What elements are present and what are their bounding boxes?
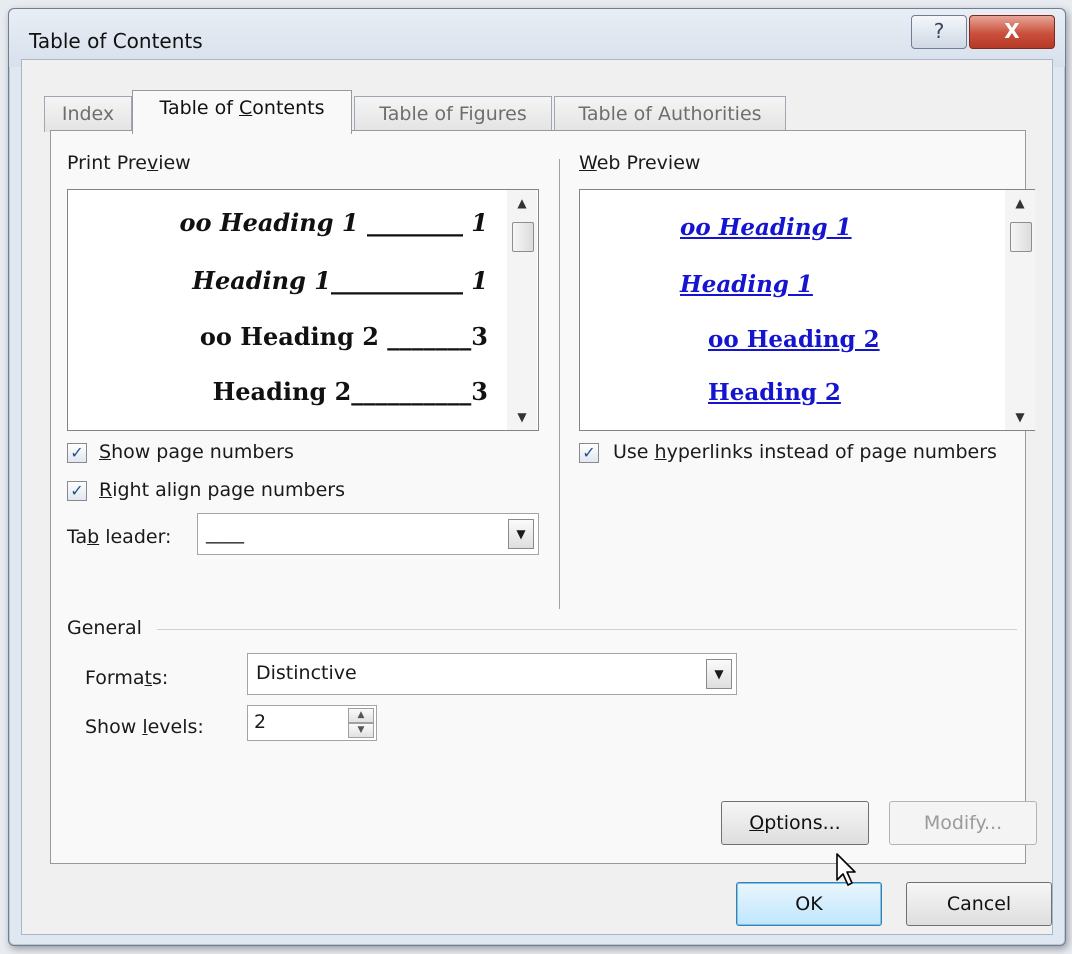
web-preview-scrollbar[interactable]: ▲ ▼	[1005, 190, 1035, 430]
table-of-contents-dialog: Table of Contents ? X Index Table of Con…	[8, 8, 1066, 946]
print-preview-scrollbar[interactable]: ▲ ▼	[507, 190, 537, 430]
tab-panel: Print Preview oo Heading 1 ________ 1 He…	[50, 130, 1037, 864]
web-preview-link[interactable]: oo Heading 2	[708, 326, 880, 353]
web-preview-label: Web Preview	[579, 152, 701, 174]
scroll-up-icon[interactable]: ▲	[1005, 190, 1035, 216]
tab-leader-label: Tab leader:	[67, 526, 172, 548]
general-group-line	[157, 629, 1017, 630]
show-levels-label: Show levels:	[85, 716, 204, 738]
stepper-buttons: ▲ ▼	[348, 708, 374, 738]
general-group-label: General	[67, 617, 142, 639]
tab-leader-value: ____	[206, 522, 244, 544]
print-preview-line: Heading 2__________3	[212, 377, 488, 406]
print-preview-label: Print Preview	[67, 152, 191, 174]
show-page-numbers-checkbox[interactable]: ✓	[67, 443, 87, 463]
chevron-down-icon[interactable]: ▼	[706, 659, 732, 689]
tab-index[interactable]: Index	[44, 96, 132, 132]
formats-value: Distinctive	[256, 662, 357, 684]
right-align-page-numbers-checkbox[interactable]: ✓	[67, 481, 87, 501]
print-preview-line: oo Heading 1 ________ 1	[179, 208, 488, 237]
vertical-divider	[559, 159, 560, 609]
mouse-pointer-icon	[836, 853, 856, 886]
scroll-thumb[interactable]	[1010, 222, 1032, 252]
scroll-thumb[interactable]	[512, 222, 534, 252]
dialog-body: Index Table of Contents Table of Figures…	[21, 59, 1053, 935]
close-button[interactable]: X	[969, 15, 1055, 49]
right-align-page-numbers-label[interactable]: Right align page numbers	[99, 479, 345, 501]
print-preview-box: oo Heading 1 ________ 1 Heading 1_______…	[67, 189, 539, 431]
print-preview-line: Heading 1___________ 1	[192, 266, 488, 295]
web-preview-box: oo Heading 1 Heading 1 oo Heading 2 Head…	[579, 189, 1035, 431]
options-button[interactable]: Options...	[721, 801, 869, 845]
chevron-down-icon[interactable]: ▼	[508, 519, 534, 549]
web-preview-link[interactable]: oo Heading 1	[680, 214, 852, 241]
show-levels-value: 2	[254, 711, 267, 733]
formats-label: Formats:	[85, 667, 169, 689]
window-title: Table of Contents	[29, 29, 203, 53]
ok-button[interactable]: OK	[736, 882, 882, 926]
tab-table-of-authorities[interactable]: Table of Authorities	[554, 96, 786, 132]
tab-table-of-figures[interactable]: Table of Figures	[354, 96, 552, 132]
tab-table-of-contents[interactable]: Table of Contents	[132, 90, 352, 134]
tab-leader-dropdown[interactable]: ____ ▼	[197, 513, 539, 555]
scroll-down-icon[interactable]: ▼	[507, 404, 537, 430]
show-levels-stepper[interactable]: 2 ▲ ▼	[247, 705, 377, 741]
help-button[interactable]: ?	[911, 15, 967, 49]
formats-dropdown[interactable]: Distinctive ▼	[247, 653, 737, 695]
scroll-up-icon[interactable]: ▲	[507, 190, 537, 216]
use-hyperlinks-checkbox[interactable]: ✓	[579, 443, 599, 463]
web-preview-link[interactable]: Heading 2	[708, 379, 841, 406]
print-preview-line: oo Heading 2 _______3	[199, 322, 488, 351]
show-page-numbers-label[interactable]: Show page numbers	[99, 441, 294, 463]
web-preview-link[interactable]: Heading 1	[680, 271, 813, 298]
modify-button[interactable]: Modify...	[889, 801, 1037, 845]
cancel-button[interactable]: Cancel	[906, 882, 1052, 926]
stepper-down-icon[interactable]: ▼	[348, 723, 374, 738]
use-hyperlinks-label[interactable]: Use hyperlinks instead of page numbers	[613, 441, 997, 463]
scroll-down-icon[interactable]: ▼	[1005, 404, 1035, 430]
stepper-up-icon[interactable]: ▲	[348, 708, 374, 723]
